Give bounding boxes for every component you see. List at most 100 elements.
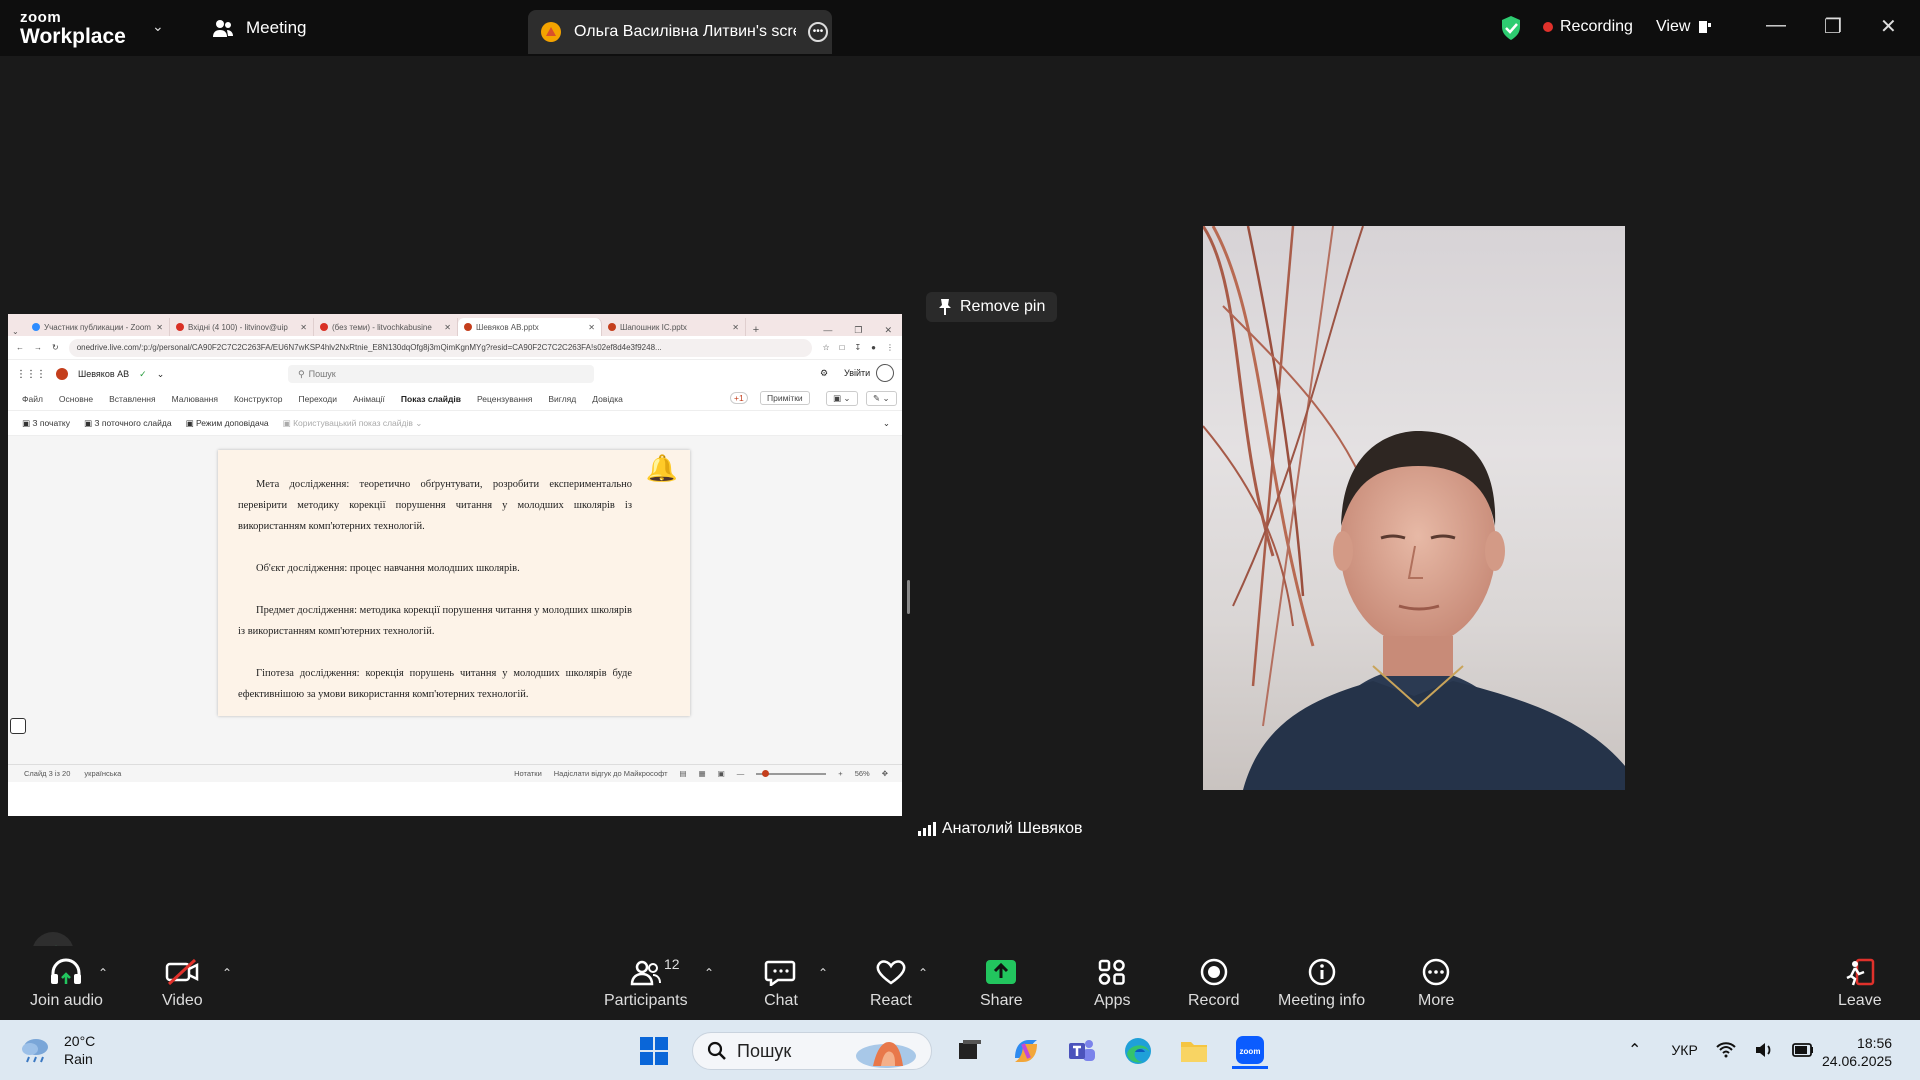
record-button[interactable]: Record	[1188, 958, 1240, 1010]
collaborators-badge[interactable]: +1	[730, 392, 748, 404]
document-name[interactable]: Шевяков АВ	[78, 369, 129, 379]
new-tab-icon[interactable]: +	[746, 324, 766, 336]
from-current-slide-button[interactable]: ▣ З поточного слайда	[84, 418, 172, 429]
splitter-handle[interactable]	[907, 580, 910, 614]
search-input[interactable]: ⚲ Пошук	[288, 365, 594, 383]
ribbon-tab[interactable]: Файл	[22, 394, 43, 404]
input-language[interactable]: УКР	[1671, 1042, 1697, 1058]
reading-view-icon[interactable]: ▣	[718, 769, 725, 778]
weather-widget[interactable]: 20°C Rain	[20, 1032, 95, 1068]
menu-icon[interactable]: ⋮	[886, 343, 894, 352]
sorter-view-icon[interactable]: ▦	[699, 769, 706, 778]
video-button[interactable]: Video	[162, 958, 203, 1010]
more-button[interactable]: More	[1418, 958, 1454, 1010]
ribbon-tab[interactable]: Переходи	[298, 394, 337, 404]
ribbon-tab[interactable]: Рецензування	[477, 394, 532, 404]
audio-options-caret-icon[interactable]: ⌃	[98, 966, 108, 980]
tab-close-icon[interactable]: ✕	[300, 323, 307, 332]
from-beginning-button[interactable]: ▣ З початку	[22, 418, 70, 429]
close-icon[interactable]: ✕	[1880, 14, 1897, 39]
ribbon-tab[interactable]: Довідка	[592, 394, 623, 404]
teams-icon[interactable]	[1064, 1033, 1100, 1069]
view-button[interactable]: View	[1656, 18, 1712, 36]
zoom-out-icon[interactable]: —	[737, 769, 745, 778]
chevron-down-icon[interactable]: ⌄	[152, 18, 164, 35]
url-field[interactable]: onedrive.live.com/:p:/g/personal/CA90F2C…	[68, 338, 813, 357]
normal-view-icon[interactable]: ▤	[680, 769, 687, 778]
shared-screen[interactable]: ⌄ Участник публикации - Zoom ✕ Вхідні (4 …	[8, 314, 902, 816]
taskbar-clock[interactable]: 18:56 24.06.2025	[1822, 1034, 1892, 1070]
ribbon-tab[interactable]: Вигляд	[548, 394, 576, 404]
browser-minimize-icon[interactable]: —	[823, 325, 832, 336]
fit-slide-icon[interactable]: ✥	[882, 769, 888, 778]
ribbon-tab[interactable]: Малювання	[172, 394, 218, 404]
feedback-link[interactable]: Надіслати відгук до Майкрософт	[554, 769, 668, 778]
ribbon-tab[interactable]: Анімації	[353, 394, 385, 404]
zoom-logo[interactable]: zoom Workplace	[20, 10, 126, 47]
volume-icon[interactable]	[1754, 1042, 1774, 1058]
edge-browser-icon[interactable]	[1120, 1033, 1156, 1069]
tab-list-icon[interactable]: ⌄	[12, 327, 26, 336]
app-launcher-icon[interactable]: ⋮⋮⋮	[16, 369, 46, 380]
more-options-icon[interactable]: •••	[808, 22, 828, 42]
back-icon[interactable]: ←	[16, 343, 24, 352]
ribbon-tab-active[interactable]: Показ слайдів	[401, 394, 461, 404]
collapse-ribbon-icon[interactable]: ⌄	[883, 418, 902, 429]
profile-icon[interactable]: ●	[871, 343, 876, 352]
meeting-tab[interactable]: Meeting	[212, 18, 306, 38]
browser-tab[interactable]: Участник публикации - Zoom ✕	[26, 318, 170, 336]
ribbon-tab[interactable]: Вставлення	[109, 394, 155, 404]
task-view-icon[interactable]	[952, 1033, 988, 1069]
recording-indicator[interactable]: Recording	[1543, 18, 1633, 36]
meeting-info-button[interactable]: Meeting info	[1278, 958, 1365, 1010]
star-icon[interactable]: ☆	[822, 343, 829, 352]
zoom-percent[interactable]: 56%	[855, 769, 870, 778]
browser-tab[interactable]: Шапошник ІС.pptx ✕	[602, 318, 746, 336]
browser-tab[interactable]: (без теми) - litvochkabusine ✕	[314, 318, 458, 336]
browser-close-icon[interactable]: ✕	[884, 325, 892, 336]
extensions-icon[interactable]: □	[840, 343, 845, 352]
slide[interactable]: 🔔 Мета дослідження: теоретично обґрунтув…	[218, 450, 690, 716]
presenter-mode-button[interactable]: ▣ Режим доповідача	[186, 418, 269, 429]
slide-panel-toggle-icon[interactable]	[10, 718, 26, 734]
chevron-down-icon[interactable]: ⌄	[157, 369, 165, 380]
ribbon-tab[interactable]: Конструктор	[234, 394, 282, 404]
taskbar-search-input[interactable]: Пошук	[692, 1032, 932, 1070]
zoom-slider[interactable]	[756, 769, 827, 777]
windows-start-icon[interactable]	[636, 1033, 672, 1069]
video-options-caret-icon[interactable]: ⌃	[222, 966, 232, 980]
wifi-icon[interactable]	[1716, 1042, 1736, 1058]
settings-gear-icon[interactable]: ⚙	[820, 368, 828, 379]
join-audio-button[interactable]: Join audio	[30, 958, 103, 1010]
chat-button[interactable]: Chat	[764, 958, 798, 1010]
tab-close-icon[interactable]: ✕	[444, 323, 451, 332]
zoom-app-icon[interactable]: zoom	[1232, 1033, 1268, 1069]
edit-pen-icon[interactable]: ✎ ⌄	[866, 391, 897, 406]
sign-in-link[interactable]: Увійти	[844, 368, 870, 378]
notes-toggle[interactable]: Нотатки	[514, 769, 542, 778]
tab-close-icon[interactable]: ✕	[156, 323, 163, 332]
remove-pin-button[interactable]: Remove pin	[926, 292, 1058, 322]
react-options-caret-icon[interactable]: ⌃	[918, 966, 928, 980]
react-button[interactable]: React	[870, 958, 912, 1010]
browser-tab[interactable]: Вхідні (4 100) - litvinov@uip ✕	[170, 318, 314, 336]
share-button[interactable]: Share	[980, 958, 1023, 1010]
zoom-in-icon[interactable]: +	[838, 769, 842, 778]
tab-close-icon[interactable]: ✕	[588, 323, 595, 332]
tab-close-icon[interactable]: ✕	[732, 323, 739, 332]
present-dropdown-icon[interactable]: ▣ ⌄	[826, 391, 858, 406]
encryption-shield-icon[interactable]	[1500, 15, 1522, 41]
restore-icon[interactable]: ❐	[1824, 14, 1842, 39]
leave-button[interactable]: Leave	[1838, 958, 1882, 1010]
ribbon-tab[interactable]: Основне	[59, 394, 93, 404]
language-label[interactable]: українська	[84, 769, 121, 778]
participants-options-caret-icon[interactable]: ⌃	[704, 966, 714, 980]
reload-icon[interactable]: ↻	[52, 343, 59, 352]
browser-restore-icon[interactable]: ❐	[854, 325, 862, 336]
tray-overflow-chevron-icon[interactable]: ⌃	[1628, 1040, 1641, 1060]
account-icon[interactable]	[876, 364, 894, 382]
chat-options-caret-icon[interactable]: ⌃	[818, 966, 828, 980]
apps-button[interactable]: Apps	[1094, 958, 1130, 1010]
copilot-icon[interactable]	[1008, 1033, 1044, 1069]
screen-share-tab[interactable]: Ольга Василівна Литвин's screen •••	[528, 10, 832, 54]
